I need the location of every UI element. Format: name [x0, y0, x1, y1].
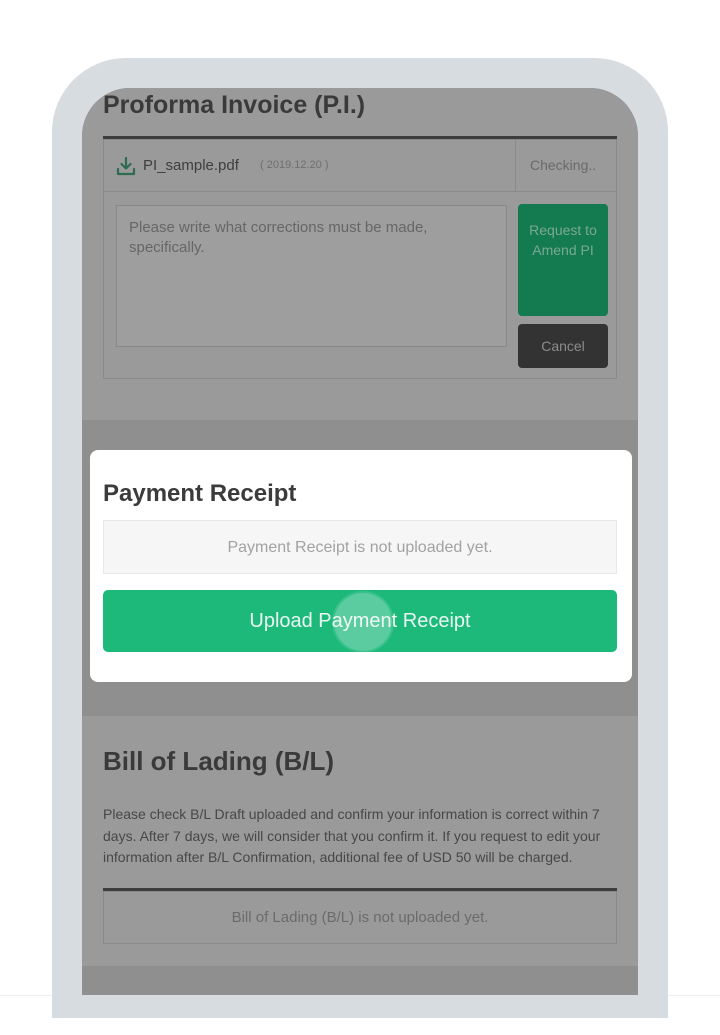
cancel-button[interactable]: Cancel — [518, 324, 608, 368]
file-date: ( 2019.12.20 ) — [260, 159, 329, 171]
section-title-payment-receipt: Payment Receipt — [103, 480, 297, 507]
bill-of-lading-status-box: Bill of Lading (B/L) is not uploaded yet… — [103, 891, 617, 944]
file-status-cell: Checking.. — [515, 140, 616, 192]
proforma-invoice-box: PI_sample.pdf ( 2019.12.20 ) Checking.. … — [103, 139, 617, 379]
payment-receipt-status-box: Payment Receipt is not uploaded yet. — [103, 520, 617, 574]
bill-of-lading-description: Please check B/L Draft uploaded and conf… — [103, 806, 601, 865]
file-name-link[interactable]: PI_sample.pdf — [143, 157, 239, 174]
payment-receipt-card: Payment Receipt Payment Receipt is not u… — [90, 450, 632, 682]
section-title-bill-of-lading: Bill of Lading (B/L) — [103, 746, 335, 776]
bill-of-lading-status: Bill of Lading (B/L) is not uploaded yet… — [231, 909, 489, 926]
payment-receipt-status: Payment Receipt is not uploaded yet. — [227, 539, 493, 556]
section-title-proforma-invoice: Proforma Invoice (P.I.) — [103, 91, 366, 119]
correction-request-input[interactable] — [116, 205, 507, 347]
file-status: Checking.. — [530, 157, 597, 173]
proforma-invoice-section: Proforma Invoice (P.I.) PI_sample.pdf ( … — [82, 88, 638, 420]
touch-indicator — [334, 593, 392, 651]
request-amend-pi-button[interactable]: Request to Amend PI — [518, 204, 608, 316]
bill-of-lading-section: Bill of Lading (B/L) Please check B/L Dr… — [82, 716, 638, 966]
download-icon[interactable] — [115, 155, 137, 177]
file-row: PI_sample.pdf ( 2019.12.20 ) Checking.. — [104, 140, 616, 192]
